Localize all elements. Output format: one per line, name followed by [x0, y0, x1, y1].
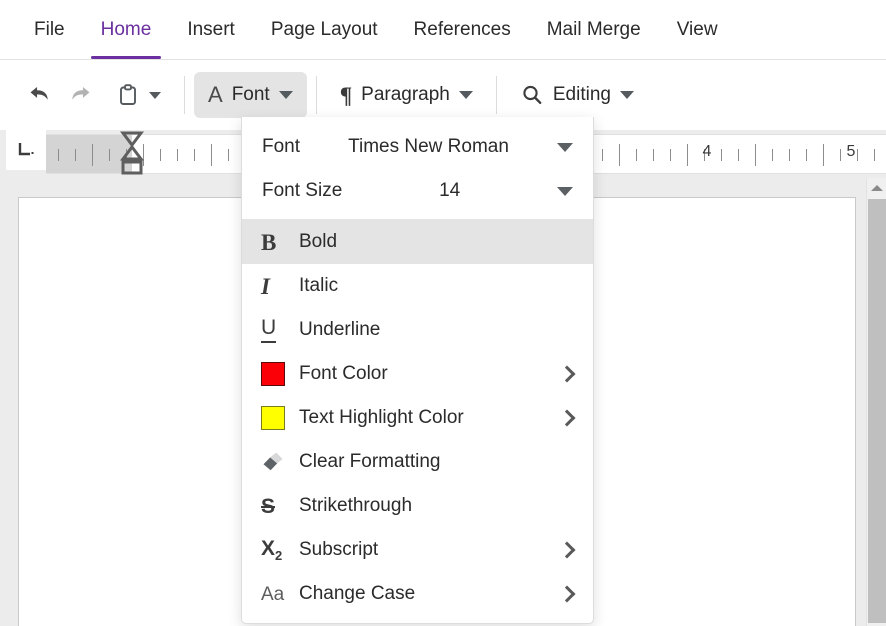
menu-field-font[interactable]: Font Times New Roman — [242, 125, 593, 169]
menu-item-label: Text Highlight Color — [299, 407, 464, 428]
tab-label: View — [676, 18, 718, 40]
menu-item-italic[interactable]: I Italic — [242, 264, 593, 308]
toolbar-separator — [315, 76, 317, 114]
editing-group-label: Editing — [552, 84, 611, 105]
tab-insert[interactable]: Insert — [169, 0, 253, 59]
font-group-button[interactable]: A Font — [194, 72, 307, 118]
menu-item-label: Font Color — [299, 363, 388, 384]
italic-icon: I — [261, 273, 270, 299]
redo-icon — [72, 86, 90, 100]
font-family-value: Times New Roman — [348, 136, 509, 157]
chevron-right-icon[interactable] — [559, 586, 575, 602]
editing-chevron-down-icon[interactable] — [619, 91, 634, 99]
toolbar-separator — [495, 76, 497, 114]
menu-item-clear-formatting[interactable]: Clear Formatting — [242, 440, 593, 484]
tab-label: References — [413, 18, 511, 40]
menu-item-font-color[interactable]: Font Color — [242, 352, 593, 396]
tab-file[interactable]: File — [16, 0, 83, 59]
triangle-up-icon — [870, 185, 883, 191]
chevron-right-icon[interactable] — [559, 542, 575, 558]
menu-field-label: Font Size — [262, 180, 343, 201]
font-size-chevron-down-icon[interactable] — [557, 186, 573, 196]
undo-button[interactable] — [18, 74, 60, 116]
font-dropdown-menu: Font Times New Roman Font Size 14 B Bold… — [241, 117, 594, 624]
strikethrough-icon: S — [261, 494, 276, 518]
vertical-scrollbar[interactable] — [866, 178, 886, 626]
underline-icon: U — [261, 317, 277, 343]
tab-mail-merge[interactable]: Mail Merge — [529, 0, 659, 59]
change-case-icon: Aa — [261, 583, 285, 605]
redo-button[interactable] — [60, 74, 102, 116]
pilcrow-icon: ¶ — [339, 82, 353, 108]
ruler-number-5: 5 — [846, 143, 856, 160]
ribbon-tab-bar: File Home Insert Page Layout References … — [0, 0, 886, 60]
menu-item-underline[interactable]: U Underline — [242, 308, 593, 352]
subscript-sub: 2 — [275, 548, 283, 564]
font-size-value: 14 — [439, 180, 461, 201]
font-letter-a-icon: A — [208, 82, 223, 107]
scrollbar-thumb[interactable] — [868, 199, 886, 623]
tab-page-layout[interactable]: Page Layout — [253, 0, 396, 59]
ruler-number-4: 4 — [702, 143, 712, 160]
left-tab-stop-icon — [18, 143, 34, 156]
bold-icon: B — [261, 229, 277, 255]
paragraph-group-button[interactable]: ¶ Paragraph — [326, 72, 487, 118]
menu-field-font-size[interactable]: Font Size 14 — [242, 169, 593, 213]
search-icon — [523, 85, 542, 104]
menu-item-label: Change Case — [299, 583, 416, 604]
undo-icon — [30, 86, 48, 100]
scroll-up-button[interactable] — [867, 178, 886, 198]
menu-item-subscript[interactable]: X2 Subscript — [242, 528, 593, 572]
clipboard-icon — [120, 84, 136, 105]
menu-item-bold[interactable]: B Bold — [242, 220, 593, 264]
tab-label: File — [34, 18, 65, 40]
font-color-swatch-icon — [261, 362, 285, 386]
word-processor-window: File Home Insert Page Layout References … — [0, 0, 886, 626]
eraser-icon — [263, 452, 283, 471]
paste-button[interactable] — [102, 72, 175, 118]
tab-label: Page Layout — [270, 18, 378, 40]
chevron-right-icon[interactable] — [559, 410, 575, 426]
highlight-color-swatch-icon — [261, 406, 285, 430]
font-family-chevron-down-icon[interactable] — [557, 142, 573, 152]
tab-label: Home — [100, 18, 152, 40]
menu-item-label: Strikethrough — [299, 495, 413, 516]
menu-item-label: Subscript — [299, 539, 379, 560]
editing-group-button[interactable]: Editing — [506, 72, 648, 118]
subscript-base: X — [261, 536, 276, 560]
chevron-right-icon[interactable] — [559, 366, 575, 382]
paragraph-group-label: Paragraph — [361, 84, 450, 105]
font-chevron-down-icon[interactable] — [278, 91, 293, 99]
menu-item-label: Italic — [299, 275, 339, 296]
tab-stop-selector[interactable] — [6, 130, 46, 170]
tab-home[interactable]: Home — [83, 0, 170, 59]
paste-chevron-down-icon[interactable] — [149, 91, 161, 99]
toolbar-separator — [184, 76, 185, 114]
menu-item-text-highlight-color[interactable]: Text Highlight Color — [242, 396, 593, 440]
tab-references[interactable]: References — [396, 0, 529, 59]
menu-field-label: Font — [262, 136, 301, 157]
font-group-label: Font — [231, 84, 270, 105]
tab-label: Mail Merge — [546, 18, 641, 40]
menu-item-label: Underline — [299, 319, 381, 340]
menu-item-label: Clear Formatting — [299, 451, 441, 472]
tab-view[interactable]: View — [659, 0, 736, 59]
paragraph-chevron-down-icon[interactable] — [458, 91, 473, 99]
subscript-icon: X2 — [261, 538, 282, 562]
tab-label: Insert — [187, 18, 235, 40]
menu-item-label: Bold — [299, 231, 338, 252]
menu-item-strikethrough[interactable]: S Strikethrough — [242, 484, 593, 528]
menu-item-change-case[interactable]: Aa Change Case — [242, 572, 593, 616]
